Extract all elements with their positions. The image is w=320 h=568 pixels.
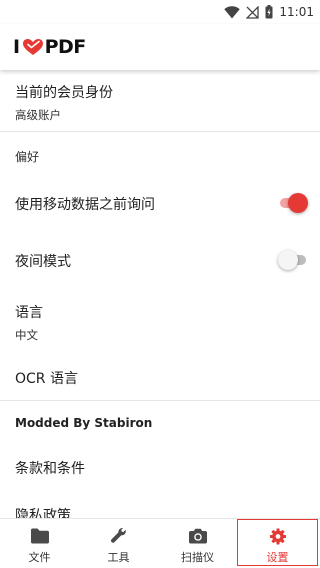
terms-label: 条款和条件 <box>15 461 85 477</box>
toggle-thumb <box>288 193 308 213</box>
night-mode-setting[interactable]: 夜间模式 <box>0 251 320 271</box>
ocr-language-label: OCR 语言 <box>15 371 78 387</box>
camera-icon <box>188 528 207 544</box>
language-value: 中文 <box>15 328 38 342</box>
nav-scanner-label: 扫描仪 <box>181 551 214 564</box>
night-mode-toggle[interactable] <box>278 250 308 270</box>
nav-scanner[interactable]: 扫描仪 <box>158 519 237 568</box>
battery-icon <box>265 5 273 19</box>
preferences-category: 偏好 <box>0 148 320 165</box>
mobile-data-setting[interactable]: 使用移动数据之前询问 <box>0 194 320 214</box>
bottom-navigation: 文件 工具 扫描仪 设置 <box>0 518 320 568</box>
status-bar: 11:01 <box>0 0 320 24</box>
nav-settings-label: 设置 <box>266 551 289 564</box>
nav-tools[interactable]: 工具 <box>79 519 158 568</box>
folder-icon <box>30 528 49 544</box>
gear-icon <box>269 528 286 545</box>
settings-list[interactable]: 当前的会员身份 高级账户 偏好 使用移动数据之前询问 夜间模式 语言 中文 OC… <box>0 70 320 518</box>
no-signal-icon <box>246 5 260 19</box>
mobile-data-label: 使用移动数据之前询问 <box>15 197 155 213</box>
heart-icon <box>22 39 43 55</box>
terms-setting[interactable]: 条款和条件 <box>0 458 320 478</box>
language-title: 语言 <box>15 305 43 321</box>
divider <box>0 131 320 132</box>
privacy-setting[interactable]: 隐私政策 <box>0 505 320 518</box>
ocr-language-setting[interactable]: OCR 语言 <box>0 368 320 388</box>
app-bar: I PDF <box>0 24 320 70</box>
nav-files[interactable]: 文件 <box>0 519 79 568</box>
status-time: 11:01 <box>279 5 314 19</box>
membership-title: 当前的会员身份 <box>15 85 113 101</box>
modded-category: Modded By Stabiron <box>0 416 320 430</box>
toggle-thumb <box>278 250 298 270</box>
status-icons: 11:01 <box>224 3 314 21</box>
privacy-label: 隐私政策 <box>15 508 71 518</box>
wrench-icon <box>110 527 126 543</box>
nav-tools-label: 工具 <box>107 551 130 564</box>
membership-setting[interactable]: 当前的会员身份 高级账户 <box>0 82 320 123</box>
logo-text-i: I <box>13 36 20 58</box>
mobile-data-toggle[interactable] <box>278 193 308 213</box>
night-mode-label: 夜间模式 <box>15 254 71 270</box>
preferences-header: 偏好 <box>15 150 40 164</box>
language-setting[interactable]: 语言 中文 <box>0 302 320 343</box>
nav-files-label: 文件 <box>28 551 51 564</box>
wifi-icon <box>224 5 241 18</box>
membership-value: 高级账户 <box>15 108 61 122</box>
app-logo: I PDF <box>13 36 86 58</box>
divider <box>0 400 320 401</box>
nav-settings[interactable]: 设置 <box>237 519 318 566</box>
logo-text-pdf: PDF <box>44 36 87 58</box>
modded-header: Modded By Stabiron <box>15 416 153 430</box>
